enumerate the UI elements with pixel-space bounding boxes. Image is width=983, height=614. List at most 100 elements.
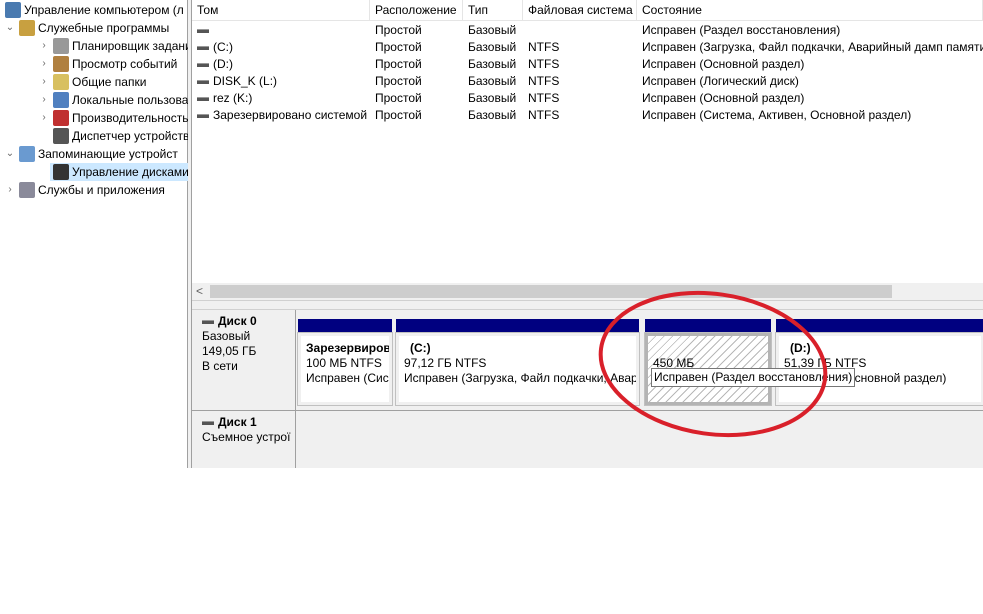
volume-cell: Простой xyxy=(370,22,463,39)
volume-icon xyxy=(197,79,209,84)
tree-item[interactable]: ⌄ Служебные программы xyxy=(4,19,169,37)
volume-row[interactable]: (D:) Простой Базовый NTFS Исправен (Основной… xyxy=(192,56,983,73)
cell-text: Базовый xyxy=(468,74,517,88)
chevron-right-icon[interactable]: › xyxy=(38,109,50,127)
tree-item-label: Просмотр событий xyxy=(72,57,178,71)
tree-node-icon xyxy=(53,164,69,180)
partition-box[interactable]: (C:) 97,12 ГБ NTFS Исправен (Загрузка, Фай… xyxy=(395,332,640,406)
disk-graph-pane: Диск 0 Базовый 149,05 ГБ В сети Диск 1 С… xyxy=(192,310,983,468)
disk0-label[interactable]: Диск 0 Базовый 149,05 ГБ В сети xyxy=(192,310,296,410)
volume-icon xyxy=(197,113,209,118)
scroll-left-button[interactable]: < xyxy=(196,283,203,300)
tree-item-label: Общие папки xyxy=(72,75,147,89)
volume-cell: Базовый xyxy=(463,22,523,39)
horizontal-scrollbar[interactable]: < xyxy=(192,283,983,300)
tree-node-icon xyxy=(53,92,69,108)
scrollbar-thumb[interactable] xyxy=(210,285,892,298)
tree-item[interactable]: › Локальные пользовате xyxy=(38,91,200,109)
volume-icon xyxy=(197,45,209,50)
computer-management-window: Управление компьютером (л ⌄ Служебные прог… xyxy=(0,0,983,468)
tree-item-label: Планировщик заданий xyxy=(72,39,199,53)
tree-item[interactable]: Управление компьютером (л xyxy=(2,1,184,19)
volume-row[interactable]: Простой Базовый Исправен (Раздел восстанов… xyxy=(192,22,983,39)
volume-cell: Простой xyxy=(370,90,463,107)
disk0-status: В сети xyxy=(202,359,238,373)
tree-item-label: Локальные пользовате xyxy=(72,93,201,107)
volume-cell: Базовый xyxy=(463,39,523,56)
tree-node-icon xyxy=(19,182,35,198)
disk1-name: Диск 1 xyxy=(218,415,257,429)
tree-item[interactable]: › Производительность xyxy=(38,109,188,127)
partition-box[interactable]: Зарезервиров 100 МБ NTFS Исправен (Сис xyxy=(297,332,393,406)
volume-cell: Простой xyxy=(370,56,463,73)
volume-cell: DISK_K (L:) xyxy=(192,73,370,90)
tree-node-icon xyxy=(53,110,69,126)
chevron-down-icon[interactable]: ⌄ xyxy=(4,19,16,37)
chevron-down-icon[interactable]: ⌄ xyxy=(4,145,16,163)
cell-text: DISK_K (L:) xyxy=(213,74,278,88)
volume-cell: NTFS xyxy=(523,39,637,56)
volume-icon xyxy=(197,96,209,101)
partition-status: Исправен (Сис xyxy=(306,371,389,385)
volume-cell: Простой xyxy=(370,73,463,90)
volume-cell: Простой xyxy=(370,107,463,124)
cell-text: (C:) xyxy=(213,40,233,54)
partition-size: 97,12 ГБ NTFS xyxy=(404,356,487,370)
volume-cell: NTFS xyxy=(523,90,637,107)
tree-item[interactable]: ⌄ Запоминающие устройст xyxy=(4,145,178,163)
pane-divider[interactable] xyxy=(192,300,983,310)
column-header[interactable]: Состояние xyxy=(637,0,983,21)
cell-text: Исправен (Основной раздел) xyxy=(642,91,805,105)
disk0-size: 149,05 ГБ xyxy=(202,344,257,358)
column-header[interactable]: Файловая система xyxy=(523,0,637,21)
volume-cell: Исправен (Основной раздел) xyxy=(637,90,983,107)
tree-item[interactable]: Управление дисками xyxy=(50,163,189,181)
volume-cell: rez (K:) xyxy=(192,90,370,107)
tree-item[interactable]: › Общие папки xyxy=(38,73,146,91)
cell-text: Простой xyxy=(375,23,422,37)
cell-text: Исправен (Система, Активен, Основной раз… xyxy=(642,108,912,122)
cell-text: Базовый xyxy=(468,108,517,122)
cell-text: NTFS xyxy=(528,57,560,71)
volume-cell: Базовый xyxy=(463,107,523,124)
volume-row[interactable]: Зарезервировано системой Простой Базовый NT… xyxy=(192,107,983,124)
tree-item[interactable]: › Просмотр событий xyxy=(38,55,177,73)
disk1-label[interactable]: Диск 1 Съемное устрої xyxy=(192,411,296,468)
partition-name: (D:) xyxy=(790,341,811,355)
tree-item[interactable]: › Планировщик заданий xyxy=(38,37,198,55)
volume-row[interactable]: DISK_K (L:) Простой Базовый NTFS Исправен (Л… xyxy=(192,73,983,90)
volume-cell: (D:) xyxy=(192,56,370,73)
column-header[interactable]: Расположение xyxy=(370,0,463,21)
volume-cell: (C:) xyxy=(192,39,370,56)
tooltip: Исправен (Раздел восстановления) xyxy=(651,368,856,387)
cell-text: Исправен (Основной раздел) xyxy=(642,57,805,71)
cell-text: Базовый xyxy=(468,40,517,54)
tree-item-label: Производительность xyxy=(72,111,189,125)
tree-item-label: Запоминающие устройст xyxy=(38,147,178,161)
chevron-right-icon[interactable]: › xyxy=(38,91,50,109)
cell-text: NTFS xyxy=(528,108,560,122)
cell-text: NTFS xyxy=(528,40,560,54)
cell-text: Исправен (Раздел восстановления) xyxy=(642,23,841,37)
column-header[interactable]: Тип xyxy=(463,0,523,21)
tree-item[interactable]: Диспетчер устройств xyxy=(50,127,189,145)
volume-icon xyxy=(197,62,209,67)
volume-cell: NTFS xyxy=(523,56,637,73)
cell-text: Базовый xyxy=(468,23,517,37)
chevron-right-icon[interactable]: › xyxy=(38,55,50,73)
cell-text: Исправен (Логический диск) xyxy=(642,74,799,88)
chevron-right-icon[interactable]: › xyxy=(38,37,50,55)
cell-text: Базовый xyxy=(468,91,517,105)
column-header[interactable]: Том xyxy=(192,0,370,21)
partition-size: 100 МБ NTFS xyxy=(306,356,382,370)
partition-bar xyxy=(396,319,639,333)
cell-text: Исправен (Загрузка, Файл подкачки, Авари… xyxy=(642,40,983,54)
cell-text: Простой xyxy=(375,91,422,105)
volume-row[interactable]: rez (K:) Простой Базовый NTFS Исправен (Осно… xyxy=(192,90,983,107)
chevron-right-icon[interactable]: › xyxy=(38,73,50,91)
volume-row[interactable]: (C:) Простой Базовый NTFS Исправен (Загрузка… xyxy=(192,39,983,56)
tree-node-icon xyxy=(53,56,69,72)
chevron-right-icon[interactable]: › xyxy=(4,181,16,199)
partition-bar xyxy=(645,319,771,333)
tree-item[interactable]: › Службы и приложения xyxy=(4,181,165,199)
